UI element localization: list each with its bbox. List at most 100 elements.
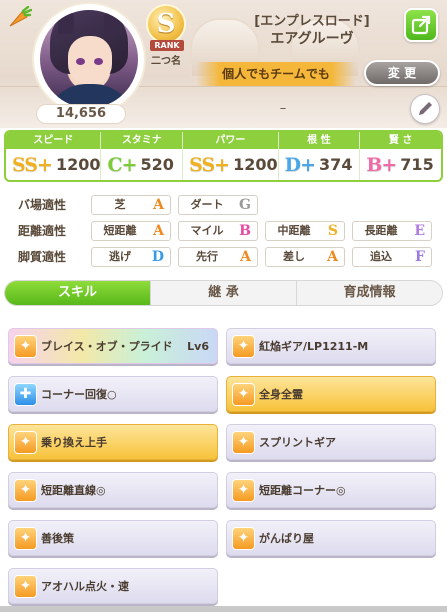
aptitude-turf: 芝 A [91, 195, 171, 215]
share-icon [411, 15, 431, 35]
stat-label: 賢 さ [360, 132, 441, 149]
aptitude-grade: G [239, 197, 251, 213]
stat-value: 374 [319, 155, 353, 174]
tab-skills[interactable]: スキル [5, 281, 150, 305]
aptitude-grade: S [327, 223, 338, 239]
skill-name: コーナー回復○ [41, 388, 117, 401]
character-epithet: [エンプレスロード] [254, 14, 370, 29]
portrait-eye [76, 58, 85, 65]
title-motto: 個人でもチームでも [196, 62, 356, 86]
speed-burst-icon: ✦ [14, 527, 37, 550]
share-button[interactable] [404, 8, 438, 42]
skill-name: ブレイス・オブ・プライド [41, 340, 173, 353]
bottom-edge [0, 606, 447, 612]
rank-badge: S [146, 4, 186, 44]
skill-card[interactable]: ✦ ブレイス・オブ・プライド Lv6 [8, 328, 218, 364]
aptitude-grade: E [414, 223, 425, 239]
skill-card[interactable]: ✦ 全身全霊 [226, 376, 436, 412]
stats-panel: スピード SS+ 1200 スタミナ C+ 520 パワー SS+ 1200 根 性 … [4, 130, 443, 182]
pencil-icon [419, 102, 432, 115]
aptitude-name: ダート [190, 198, 224, 211]
aptitude-grade: A [153, 223, 164, 239]
stat-label: スタミナ [101, 132, 183, 149]
aptitude-name: 追込 [370, 250, 392, 263]
aptitude-name: 逃げ [109, 250, 131, 263]
detail-tabs: スキル 継 承 育成情報 [4, 280, 443, 306]
aptitude-grade: A [240, 249, 251, 265]
speed-burst-icon: ✦ [232, 431, 255, 454]
skill-name: 全身全霊 [259, 388, 303, 401]
change-button[interactable]: 変 更 [364, 60, 440, 86]
rank-ribbon: RANK [150, 40, 184, 51]
carrot-icon[interactable] [6, 6, 32, 30]
style-aptitude-label: 脚質適性 [18, 250, 67, 264]
skill-card[interactable]: ✦ がんばり屋 [226, 520, 436, 556]
stat-value: 1200 [55, 155, 101, 174]
stat-power: パワー SS+ 1200 [182, 132, 278, 180]
aptitude-dirt: ダート G [178, 195, 258, 215]
portrait-eye [94, 58, 103, 65]
recovery-icon: ✚ [14, 383, 37, 406]
aptitude-name: 差し [283, 250, 305, 263]
stat-stamina: スタミナ C+ 520 [100, 132, 183, 180]
aptitude-medium: 中距離 S [265, 221, 345, 241]
stat-grade: C+ [107, 153, 137, 176]
portrait-ear [104, 10, 120, 34]
stat-grade: SS+ [189, 153, 230, 176]
aptitude-runner: 逃げ D [91, 247, 171, 267]
stat-value: 520 [140, 155, 174, 174]
aptitude-chaser: 追込 F [352, 247, 432, 267]
skill-card[interactable]: ✚ コーナー回復○ [8, 376, 218, 412]
speed-burst-icon: ✦ [232, 383, 255, 406]
stat-grade: B+ [366, 153, 397, 176]
speed-burst-icon: ✦ [14, 335, 37, 358]
skill-name: がんばり屋 [259, 532, 314, 545]
skill-card[interactable]: ✦ 乗り換え上手 [8, 424, 218, 460]
aptitude-grade: A [327, 249, 338, 265]
skill-name: 紅焔ギア/LP1211-M [259, 340, 369, 353]
speed-burst-icon: ✦ [14, 479, 37, 502]
aptitude-long: 長距離 E [352, 221, 432, 241]
aptitude-name: 長距離 [364, 224, 398, 237]
aptitude-name: 芝 [114, 198, 126, 211]
rank-subtitle: 二つ名 [151, 56, 181, 67]
skill-name: アオハル点火・速 [41, 580, 129, 593]
aptitude-grade: A [153, 197, 164, 213]
stat-label: スピード [6, 132, 101, 149]
skill-card[interactable]: ✦ 紅焔ギア/LP1211-M [226, 328, 436, 364]
skill-name: 短距離コーナー◎ [259, 484, 346, 497]
stat-guts: 根 性 D+ 374 [277, 132, 360, 180]
tab-inheritance[interactable]: 継 承 [150, 281, 296, 305]
skill-card[interactable]: ✦ アオハル点火・速 [8, 568, 218, 604]
speed-burst-icon: ✦ [232, 479, 255, 502]
stat-grade: D+ [284, 153, 316, 176]
aptitude-leader: 先行 A [178, 247, 258, 267]
skill-name: 善後策 [41, 532, 74, 545]
aptitude-name: 先行 [196, 250, 218, 263]
speed-burst-icon: ✦ [14, 431, 37, 454]
stat-label: パワー [183, 132, 278, 149]
speed-burst-icon: ✦ [232, 527, 255, 550]
distance-aptitude-label: 距離適性 [18, 224, 67, 238]
character-portrait[interactable] [40, 10, 138, 108]
skill-card[interactable]: ✦ 短距離コーナー◎ [226, 472, 436, 508]
speed-burst-icon: ✦ [14, 575, 37, 598]
fan-count: 14,656 [36, 104, 126, 124]
aptitude-grade: B [239, 223, 251, 239]
skill-name: 短距離直線◎ [41, 484, 106, 497]
aptitude-name: 中距離 [277, 224, 311, 237]
aptitude-mile: マイル B [178, 221, 258, 241]
skill-card[interactable]: ✦ 善後策 [8, 520, 218, 556]
edit-comment-button[interactable] [410, 94, 440, 124]
skill-card[interactable]: ✦ 短距離直線◎ [8, 472, 218, 508]
profile-comment: – [279, 101, 287, 116]
aptitude-grade: D [151, 249, 164, 265]
portrait-face [68, 36, 112, 86]
skill-card[interactable]: ✦ スプリントギア [226, 424, 436, 460]
stat-grade: SS+ [12, 153, 53, 176]
character-name: エアグルーヴ [270, 31, 354, 47]
stat-wisdom: 賢 さ B+ 715 [359, 132, 441, 180]
track-aptitude-label: バ場適性 [18, 198, 67, 212]
aptitude-name: 短距離 [103, 224, 137, 237]
tab-training-info[interactable]: 育成情報 [296, 281, 442, 305]
